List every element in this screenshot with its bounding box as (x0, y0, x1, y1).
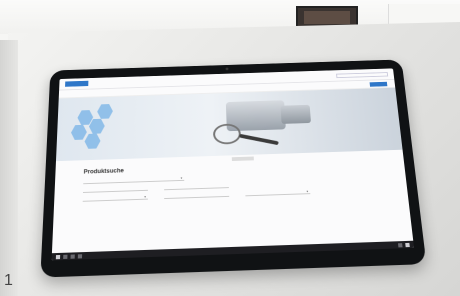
kiosk-edge (0, 40, 18, 296)
camera-icon (225, 67, 229, 71)
taskbar-app-icon[interactable] (63, 254, 68, 259)
page-number: 1 (4, 272, 13, 289)
site-logo[interactable] (65, 80, 89, 87)
tablet-device: Produktsuche ▾ ▾ ▾ (40, 59, 427, 278)
chevron-down-icon: ▾ (180, 175, 183, 180)
tray-icon[interactable] (405, 242, 410, 247)
motor-image (280, 104, 312, 124)
select-field[interactable] (164, 182, 229, 191)
photo-scene: Produktsuche ▾ ▾ ▾ 1 (0, 0, 460, 296)
chevron-down-icon: ▾ (306, 188, 309, 193)
select-field[interactable] (82, 184, 148, 193)
hexagon-graphic (89, 119, 105, 134)
select-field[interactable]: ▾ (82, 193, 148, 202)
magnifier-handle (239, 133, 279, 146)
select-field[interactable]: ▾ (245, 188, 311, 197)
taskbar-app-icon[interactable] (77, 253, 83, 258)
select-field[interactable] (164, 190, 230, 200)
search-form: Produktsuche ▾ ▾ ▾ (54, 150, 408, 210)
chevron-down-icon: ▾ (144, 194, 146, 199)
nav-action-button[interactable] (369, 81, 388, 87)
select-field[interactable]: ▾ (83, 175, 185, 185)
breadcrumb (231, 156, 254, 162)
hexagon-graphic (84, 134, 100, 149)
tray-icon[interactable] (397, 242, 403, 247)
magnifier-icon (212, 123, 242, 145)
hexagon-graphic (77, 110, 93, 125)
wall-picture (304, 11, 350, 24)
taskbar-app-icon[interactable] (70, 253, 75, 259)
taskbar (51, 240, 415, 261)
hexagon-graphic (97, 104, 113, 119)
start-icon[interactable] (55, 254, 61, 259)
hexagon-graphic (71, 125, 87, 140)
search-input[interactable] (336, 71, 389, 78)
hero-banner (55, 87, 403, 162)
tablet-screen[interactable]: Produktsuche ▾ ▾ ▾ (51, 68, 415, 261)
